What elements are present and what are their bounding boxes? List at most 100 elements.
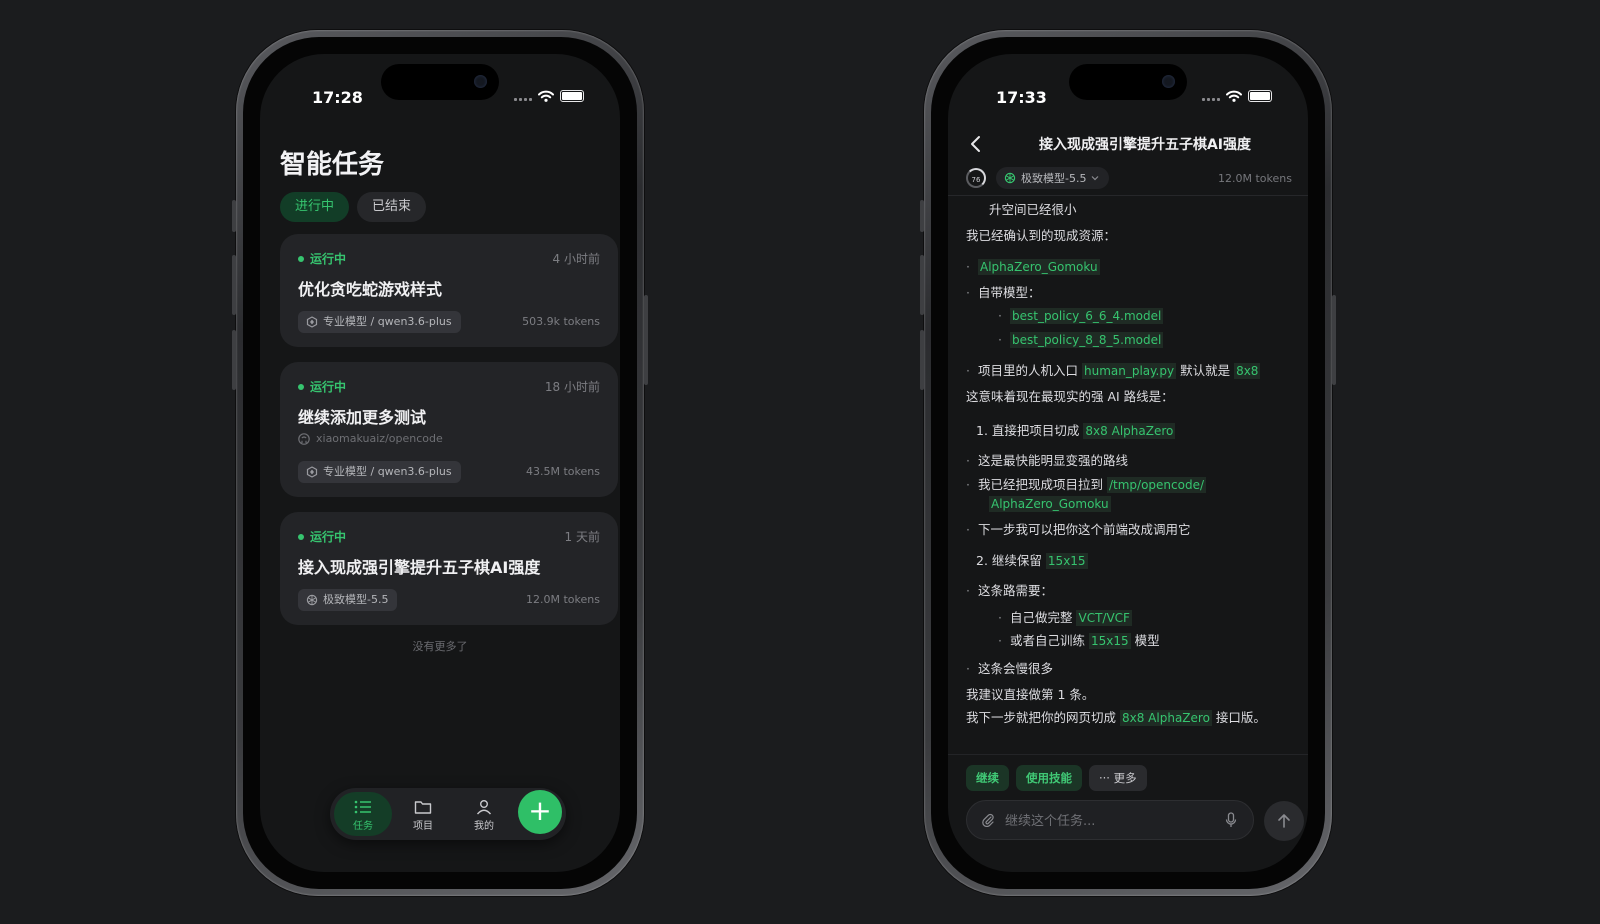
wifi-icon <box>1226 90 1242 102</box>
screen-task-detail: 17:33 接入现成强引擎提升五子棋AI强度 76 极致模型-5.5 12.0M… <box>948 54 1308 872</box>
task-time: 18 小时前 <box>544 380 600 394</box>
more-dots-icon: ··· <box>1099 771 1110 785</box>
new-task-button[interactable]: + <box>518 790 562 834</box>
text-line: 升空间已经很小 <box>989 202 1077 217</box>
attach-icon[interactable] <box>981 813 995 827</box>
action-button <box>232 200 236 232</box>
more-label: 更多 <box>1113 771 1137 785</box>
battery-icon <box>1248 90 1272 102</box>
volume-up-button <box>232 255 236 315</box>
list-item: · 或者自己训练 15x15 模型 <box>998 633 1160 649</box>
status-icons <box>1202 90 1272 102</box>
status-badge: 运行中 <box>298 250 346 267</box>
list-text: 项目里的人机入口 <box>977 363 1078 378</box>
tab-tasks[interactable]: 任务 <box>334 792 392 836</box>
send-button[interactable] <box>1264 801 1304 841</box>
model-label: 专业模型 / qwen3.6-plus <box>323 465 452 478</box>
text-line: 我建议直接做第 1 条。 <box>966 687 1095 702</box>
list-item: · AlphaZero_Gomoku <box>966 259 1100 275</box>
inline-code: best_policy_6_6_4.model <box>1009 308 1164 324</box>
qwen-model-icon <box>306 316 318 328</box>
task-time: 4 小时前 <box>552 252 600 266</box>
inline-code: 8x8 <box>1234 363 1261 379</box>
status-dot-icon <box>298 383 304 390</box>
status-dot-icon <box>298 533 304 540</box>
volume-up-button <box>920 255 924 315</box>
list-text: 我下一步就把你的网页切成 <box>966 710 1117 725</box>
dynamic-island <box>381 64 499 100</box>
text-line: 我下一步就把你的网页切成 8x8 AlphaZero 接口版。 <box>966 707 1266 726</box>
model-selector[interactable]: 极致模型-5.5 <box>996 167 1110 189</box>
list-icon <box>354 800 371 814</box>
status-badge: 运行中 <box>298 378 346 395</box>
battery-icon <box>560 90 584 102</box>
use-skills-button[interactable]: 使用技能 <box>1016 765 1082 791</box>
status-label: 运行中 <box>310 530 347 544</box>
tab-projects-label: 项目 <box>413 821 433 832</box>
list-item: · 我已经把现成项目拉到 /tmp/opencode/ <box>966 477 1207 493</box>
inline-code: VCT/VCF <box>1076 610 1132 626</box>
phone-bezel: 17:33 接入现成强引擎提升五子棋AI强度 76 极致模型-5.5 12.0M… <box>931 37 1325 889</box>
list-text: 接口版。 <box>1215 710 1266 725</box>
volume-down-button <box>232 330 236 390</box>
message-input[interactable] <box>1003 811 1207 831</box>
continue-button[interactable]: 继续 <box>966 765 1009 791</box>
task-card[interactable]: 运行中 18 小时前 继续添加更多测试 xiaomakuaiz/opencode… <box>280 362 618 497</box>
openai-model-icon <box>1004 172 1016 184</box>
page-title: 智能任务 <box>280 150 385 180</box>
token-count: 43.5M tokens <box>526 465 600 478</box>
inline-code: 8x8 AlphaZero <box>1083 423 1176 439</box>
tab-in-progress[interactable]: 进行中 <box>280 192 350 222</box>
volume-down-button <box>920 330 924 390</box>
list-item-continuation: AlphaZero_Gomoku <box>989 496 1111 512</box>
list-item: · 自带模型： <box>966 285 1041 300</box>
token-count: 503.9k tokens <box>522 315 600 328</box>
model-chip: 专业模型 / qwen3.6-plus <box>298 461 461 483</box>
list-item: · 项目里的人机入口 human_play.py 默认就是 8x8 <box>966 363 1261 379</box>
model-label: 极致模型-5.5 <box>1021 172 1087 185</box>
status-badge: 运行中 <box>298 528 346 545</box>
tab-mine[interactable]: 我的 <box>455 792 513 836</box>
inline-code: 8x8 AlphaZero <box>1120 710 1212 726</box>
phone-bezel: 17:28 智能任务 进行中 已结束 运行中 4 小时前 优化贪吃蛇游戏样式 专… <box>243 37 637 889</box>
back-chevron-icon[interactable] <box>966 134 986 154</box>
model-label: 极致模型-5.5 <box>323 593 389 606</box>
list-item: · 自己做完整 VCT/VCF <box>998 610 1132 626</box>
list-text: 我已经把现成项目拉到 <box>977 477 1103 492</box>
list-text: 自己做完整 <box>1009 610 1073 625</box>
more-button[interactable]: ··· 更多 <box>1089 765 1147 791</box>
inline-code: human_play.py <box>1081 363 1177 379</box>
list-item: · 这条会慢很多 <box>966 661 1053 676</box>
inline-code: 15x15 <box>1045 553 1088 569</box>
task-card[interactable]: 运行中 4 小时前 优化贪吃蛇游戏样式 专业模型 / qwen3.6-plus … <box>280 234 618 347</box>
inline-code: AlphaZero_Gomoku <box>989 496 1111 512</box>
inline-code: /tmp/opencode/ <box>1106 477 1207 493</box>
list-text: 下一步我可以把你这个前端改成调用它 <box>977 522 1191 537</box>
list-text: 这是最快能明显变强的路线 <box>977 453 1128 468</box>
screen-task-list: 17:28 智能任务 进行中 已结束 运行中 4 小时前 优化贪吃蛇游戏样式 专… <box>260 54 620 872</box>
status-icons <box>514 90 584 102</box>
signal-icon <box>1202 91 1220 101</box>
task-title: 接入现成强引擎提升五子棋AI强度 <box>1038 137 1252 153</box>
numbered-item: 1. 直接把项目切成 8x8 AlphaZero <box>976 420 1176 439</box>
model-label: 专业模型 / qwen3.6-plus <box>323 315 452 328</box>
item-number: 1. <box>976 423 988 438</box>
model-chip: 极致模型-5.5 <box>298 589 398 611</box>
power-button <box>644 295 648 385</box>
status-label: 运行中 <box>310 252 347 266</box>
microphone-icon[interactable] <box>1225 812 1237 828</box>
message-composer <box>966 800 1254 840</box>
list-end-text: 没有更多了 <box>412 640 468 653</box>
list-item: · 这是最快能明显变强的路线 <box>966 453 1128 468</box>
task-card[interactable]: 运行中 1 天前 接入现成强引擎提升五子棋AI强度 极致模型-5.5 12.0M… <box>280 512 618 625</box>
tab-projects[interactable]: 项目 <box>394 792 452 836</box>
tab-tasks-label: 任务 <box>353 821 373 832</box>
chevron-down-icon <box>1092 176 1099 181</box>
dynamic-island <box>1069 64 1187 100</box>
camera-icon <box>474 75 487 88</box>
folder-icon <box>414 801 432 814</box>
tab-finished[interactable]: 已结束 <box>357 192 427 222</box>
wifi-icon <box>538 90 554 102</box>
context-progress-ring: 76 <box>966 168 986 188</box>
quick-replies: 继续 使用技能 ··· 更多 <box>966 765 1147 791</box>
